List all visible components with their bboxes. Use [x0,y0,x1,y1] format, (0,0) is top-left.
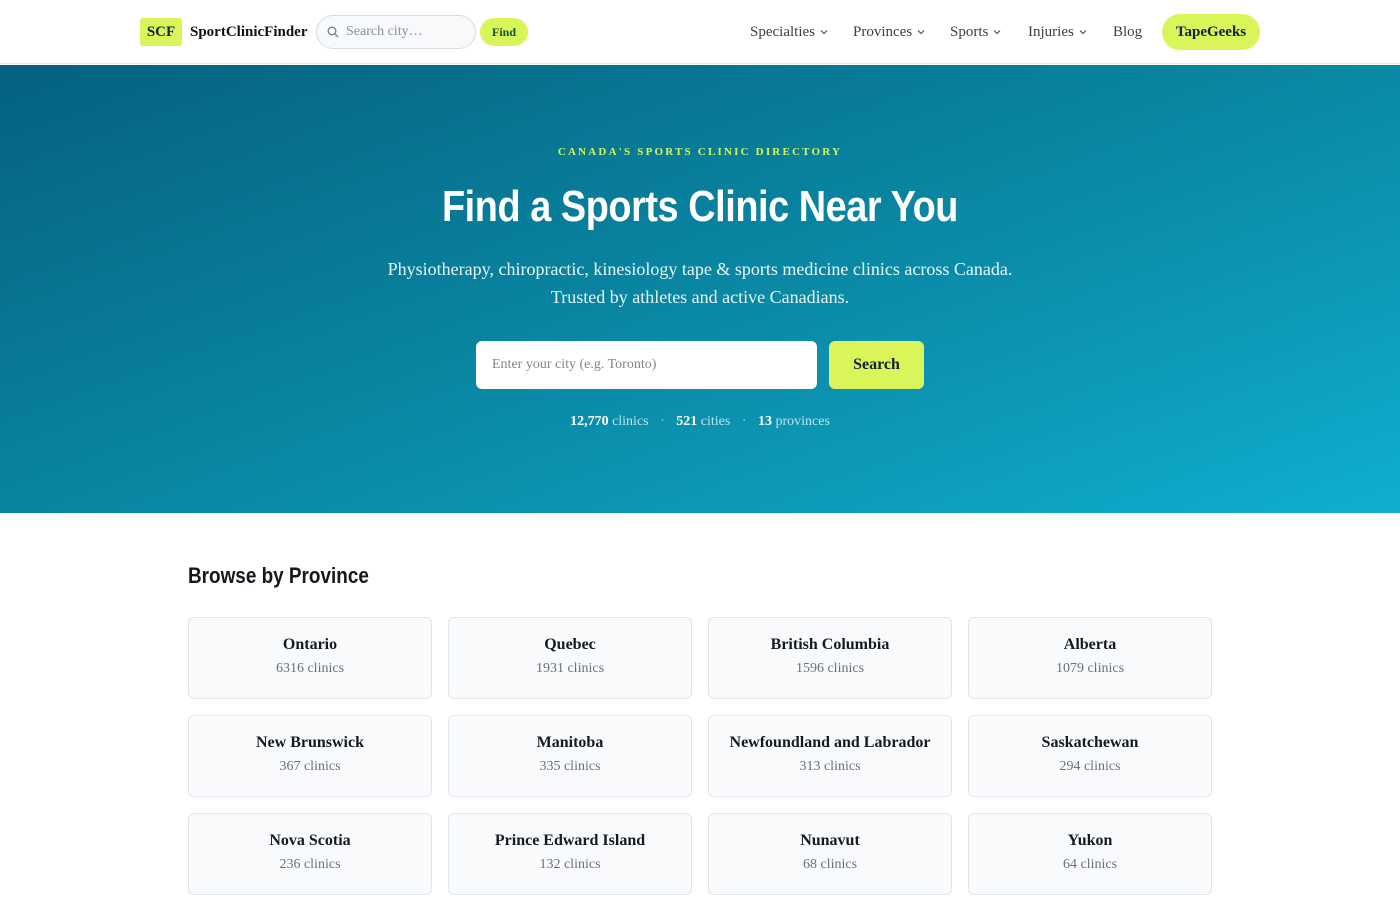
stat-clinics-number: 12,770 [570,414,609,429]
province-clinic-count: 1596 clinics [795,661,865,676]
province-card-prince-edward-island[interactable]: Prince Edward Island 132 clinics [448,813,692,895]
stat-separator: · [660,414,665,429]
province-name: Yukon [1067,832,1113,849]
nav-provinces-label: Provinces [853,23,913,40]
city-search-input[interactable] [476,341,817,389]
hero-stats: 12,770 clinics · 521 cities · 13 provinc… [0,414,1400,430]
chevron-down-icon [1079,30,1087,35]
nav-injuries[interactable]: Injuries [1028,14,1088,50]
tapegeeks-button[interactable]: TapeGeeks [1162,14,1260,50]
nav-blog-label: Blog [1113,23,1143,40]
province-name: Manitoba [536,734,604,751]
logo[interactable]: SCF SportClinicFinder [140,18,308,46]
province-name: Quebec [544,636,596,653]
stat-provinces-number: 13 [758,414,772,429]
province-clinic-count: 68 clinics [802,857,858,872]
province-name: Newfoundland and Labrador [729,734,931,751]
province-name: Nova Scotia [269,832,351,849]
province-card-manitoba[interactable]: Manitoba 335 clinics [448,715,692,797]
chevron-down-icon [993,30,1001,35]
hero-eyebrow: CANADA'S SPORTS CLINIC DIRECTORY [557,146,843,158]
province-clinic-count: 294 clinics [1059,759,1121,774]
nav-injuries-label: Injuries [1028,23,1074,40]
province-card-nunavut[interactable]: Nunavut 68 clinics [708,813,952,895]
province-name: Ontario [282,636,338,653]
province-card-ontario[interactable]: Ontario 6316 clinics [188,617,432,699]
hero-title: Find a Sports Clinic Near You [442,182,958,231]
province-name: British Columbia [770,636,890,653]
province-clinic-count: 236 clinics [279,857,341,872]
province-clinic-count: 367 clinics [279,759,341,774]
province-clinic-count: 313 clinics [799,759,861,774]
logo-text: SportClinicFinder [190,23,308,40]
search-icon [327,26,339,38]
nav-blog[interactable]: Blog [1113,14,1142,50]
province-clinic-count: 335 clinics [539,759,601,774]
province-name: Prince Edward Island [494,832,646,849]
province-clinic-count: 132 clinics [539,857,601,872]
stat-separator: · [741,414,747,429]
stat-provinces-label: provinces [775,414,830,429]
chevron-down-icon [917,30,925,35]
section-title-browse-by-province: Browse by Province [188,563,369,588]
province-card-yukon[interactable]: Yukon 64 clinics [968,813,1212,895]
hero-subtitle: Physiotherapy, chiropractic, kinesiology… [0,255,1400,311]
nav-sports-label: Sports [950,23,989,40]
header-search-box[interactable] [316,15,476,49]
stat-clinics-label: clinics [612,414,649,429]
hero-subtitle-line-2: Trusted by athletes and active Canadians… [550,287,850,307]
search-button[interactable]: Search [829,341,924,389]
hero-section: CANADA'S SPORTS CLINIC DIRECTORY Find a … [0,65,1400,513]
stat-cities-label: cities [700,414,731,429]
province-name: Alberta [1063,636,1117,653]
province-name: Saskatchewan [1041,734,1139,751]
province-card-nova-scotia[interactable]: Nova Scotia 236 clinics [188,813,432,895]
logo-badge: SCF [140,18,182,46]
province-clinic-count: 1931 clinics [535,661,605,676]
province-name: Nunavut [800,832,860,849]
province-card-quebec[interactable]: Quebec 1931 clinics [448,617,692,699]
header-search-input[interactable] [346,24,466,40]
province-card-saskatchewan[interactable]: Saskatchewan 294 clinics [968,715,1212,797]
province-card-new-brunswick[interactable]: New Brunswick 367 clinics [188,715,432,797]
province-card-alberta[interactable]: Alberta 1079 clinics [968,617,1212,699]
province-clinic-count: 6316 clinics [275,661,345,676]
province-grid: Ontario 6316 clinics Quebec 1931 clinics… [188,617,1212,895]
province-clinic-count: 1079 clinics [1055,661,1125,676]
chevron-down-icon [820,30,828,35]
hero-subtitle-line-1: Physiotherapy, chiropractic, kinesiology… [387,259,1013,279]
nav-specialties-label: Specialties [750,23,815,40]
province-clinic-count: 64 clinics [1062,857,1118,872]
stat-cities-number: 521 [676,414,698,429]
find-button[interactable]: Find [480,18,528,46]
nav-specialties[interactable]: Specialties [750,14,829,50]
site-header: SCF SportClinicFinder Find Specialties P… [0,0,1400,64]
nav-provinces[interactable]: Provinces [853,14,926,50]
province-card-newfoundland-and-labrador[interactable]: Newfoundland and Labrador 313 clinics [708,715,952,797]
province-card-british-columbia[interactable]: British Columbia 1596 clinics [708,617,952,699]
nav-sports[interactable]: Sports [950,14,1002,50]
province-name: New Brunswick [255,734,364,751]
